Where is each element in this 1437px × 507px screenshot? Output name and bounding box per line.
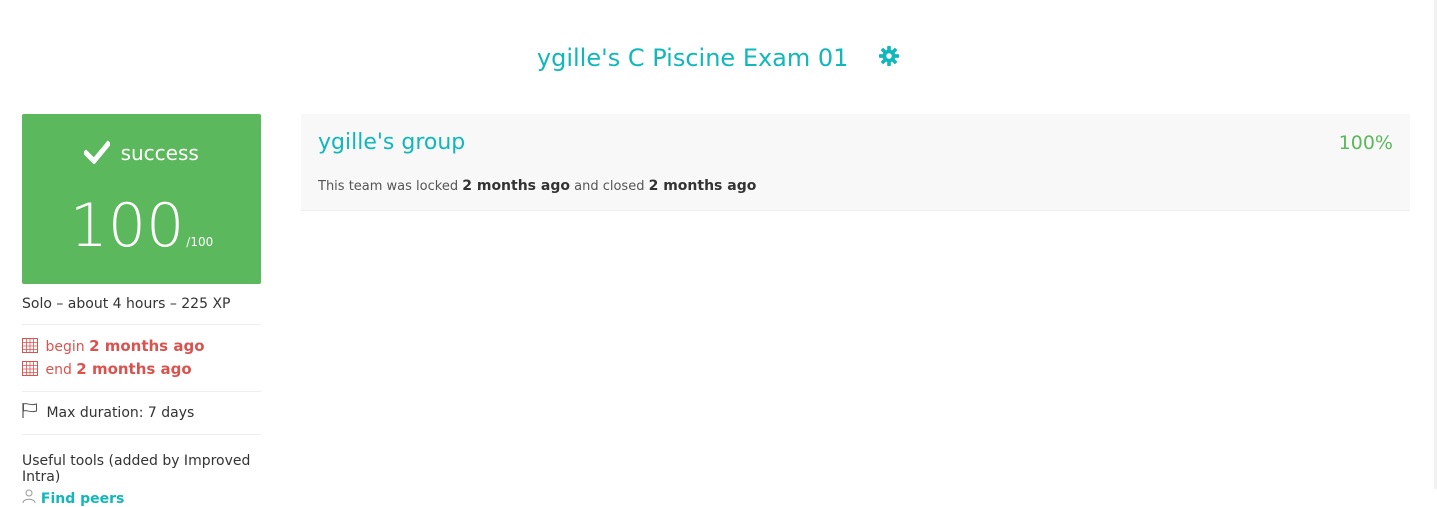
project-dates: begin 2 months ago end 2 months ago	[22, 325, 261, 392]
max-duration-text: Max duration: 7 days	[46, 405, 195, 421]
closed-time: 2 months ago	[648, 178, 757, 194]
project-title: ygille's C Piscine Exam 01	[536, 44, 849, 72]
user-icon	[22, 489, 41, 507]
max-duration: Max duration: 7 days	[22, 392, 261, 435]
summary-text: Solo – about 4 hours – 225 XP	[22, 296, 231, 312]
team-card: ygille's group 100% This team was locked…	[301, 114, 1410, 211]
checkmark-icon	[82, 140, 112, 169]
score-value: 100	[69, 191, 185, 261]
gear-icon[interactable]	[878, 45, 900, 73]
project-sidebar: success 100/100 Solo – about 4 hours – 2…	[22, 114, 261, 507]
project-summary: Solo – about 4 hours – 225 XP	[22, 284, 261, 325]
project-header: ygille's C Piscine Exam 01	[0, 44, 1437, 73]
begin-label: begin	[45, 339, 85, 355]
status-box: success 100/100	[22, 114, 261, 284]
team-name-link[interactable]: ygille's group	[318, 130, 465, 155]
find-peers-label: Find peers	[40, 491, 125, 507]
desc-prefix: This team was locked	[318, 179, 459, 194]
flag-icon	[22, 403, 38, 422]
find-peers-link[interactable]: Find peers	[22, 489, 261, 507]
team-score: 100%	[1338, 132, 1393, 154]
end-value: 2 months ago	[76, 360, 192, 378]
desc-middle: and closed	[574, 179, 645, 194]
end-row: end 2 months ago	[22, 358, 261, 381]
status-label: success	[120, 141, 199, 165]
status-line: success	[22, 140, 261, 169]
locked-time: 2 months ago	[462, 178, 570, 194]
begin-value: 2 months ago	[89, 337, 205, 355]
score-display: 100/100	[22, 194, 261, 274]
team-status-text: This team was locked 2 months ago and cl…	[318, 178, 756, 194]
score-max: /100	[186, 235, 214, 249]
useful-tools-title: Useful tools (added by Improved Intra)	[22, 453, 251, 485]
useful-tools: Useful tools (added by Improved Intra) F…	[22, 435, 261, 507]
calendar-icon	[22, 361, 38, 384]
end-label: end	[45, 362, 72, 378]
begin-row: begin 2 months ago	[22, 335, 261, 358]
